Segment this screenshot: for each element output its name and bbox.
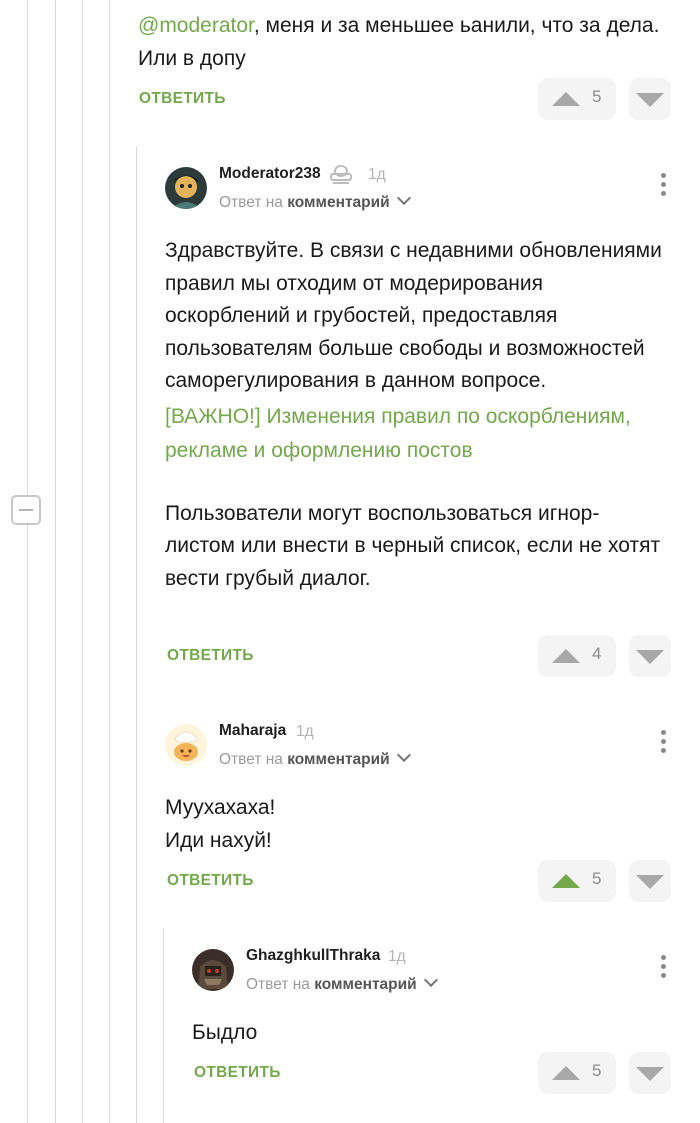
- vote-box: 5: [538, 78, 616, 120]
- avatar[interactable]: [165, 724, 207, 766]
- thread-line: [55, 0, 56, 1123]
- more-options-icon[interactable]: [658, 728, 670, 758]
- vote-box: 5: [538, 860, 616, 902]
- comment-paragraph: Пользователи могут воспользоваться игнор…: [165, 501, 661, 590]
- vote-count: 5: [592, 869, 602, 888]
- reply-to-meta[interactable]: Ответ на комментарий: [219, 747, 411, 769]
- downvote-button[interactable]: [629, 78, 671, 120]
- vote-box: 4: [538, 635, 616, 677]
- upvote-icon[interactable]: [552, 874, 580, 888]
- comment-text: Здравствуйте. В связи с недавними обновл…: [165, 235, 665, 595]
- chevron-down-icon[interactable]: [423, 972, 438, 988]
- vote-count: 4: [592, 644, 602, 663]
- more-options-icon[interactable]: [658, 953, 670, 983]
- thread-line: [109, 0, 110, 1123]
- upvote-icon[interactable]: [552, 92, 580, 106]
- reply-button[interactable]: ОТВЕТИТЬ: [167, 647, 254, 665]
- comment-text-line: Иди нахуй!: [165, 828, 272, 852]
- comment-text: Муухахаха! Иди нахуй!: [165, 792, 645, 857]
- comment-paragraph: Здравствуйте. В связи с недавними обновл…: [165, 239, 662, 392]
- meta-target[interactable]: комментарий: [287, 751, 389, 768]
- thread-line: [82, 0, 83, 1123]
- comment-text-line: Или в допу: [138, 46, 246, 70]
- comment-text: @moderator, меня и за меньшее ьанили, чт…: [138, 10, 683, 75]
- author-name[interactable]: Maharaja: [219, 722, 286, 740]
- reply-button[interactable]: ОТВЕТИТЬ: [139, 90, 226, 108]
- reply-button[interactable]: ОТВЕТИТЬ: [194, 1064, 281, 1082]
- avatar[interactable]: [165, 167, 207, 209]
- reply-to-meta[interactable]: Ответ на комментарий: [219, 190, 411, 212]
- comment-text-line: , меня и за меньшее ьанили, что за дела.: [253, 14, 660, 37]
- moderator-badge-icon: [330, 165, 352, 184]
- rules-post-link[interactable]: [ВАЖНО!] Изменения правил по оскорбления…: [165, 400, 655, 468]
- thread-line: [163, 928, 164, 1123]
- author-name[interactable]: Moderator238: [219, 165, 321, 183]
- vote-count: 5: [592, 1061, 602, 1080]
- thread-line: [27, 0, 28, 1123]
- author-name[interactable]: GhazghkullThraka: [246, 947, 380, 965]
- more-options-icon[interactable]: [658, 171, 670, 201]
- meta-prefix: Ответ на: [219, 194, 283, 211]
- meta-target[interactable]: комментарий: [287, 194, 389, 211]
- meta-target[interactable]: комментарий: [314, 976, 416, 993]
- thread-line: [136, 146, 137, 1123]
- comment-time: 1д: [368, 166, 386, 183]
- avatar[interactable]: [192, 949, 234, 991]
- meta-prefix: Ответ на: [219, 751, 283, 768]
- user-mention-link[interactable]: @moderator: [138, 14, 254, 37]
- reply-to-meta[interactable]: Ответ на комментарий: [246, 972, 438, 994]
- downvote-button[interactable]: [629, 635, 671, 677]
- chevron-down-icon[interactable]: [396, 190, 411, 206]
- comment-text: Быдло: [192, 1021, 258, 1044]
- comment-text-line: Муухахаха!: [165, 796, 276, 819]
- upvote-icon[interactable]: [552, 649, 580, 663]
- vote-count: 5: [592, 87, 602, 106]
- chevron-down-icon[interactable]: [396, 747, 411, 763]
- upvote-icon[interactable]: [552, 1066, 580, 1080]
- downvote-button[interactable]: [629, 860, 671, 902]
- comment-time: 1д: [296, 723, 314, 740]
- comment-time: 1д: [388, 948, 406, 965]
- collapse-thread-button[interactable]: [11, 495, 41, 525]
- vote-box: 5: [538, 1052, 616, 1094]
- meta-prefix: Ответ на: [246, 976, 310, 993]
- downvote-button[interactable]: [629, 1052, 671, 1094]
- reply-button[interactable]: ОТВЕТИТЬ: [167, 872, 254, 890]
